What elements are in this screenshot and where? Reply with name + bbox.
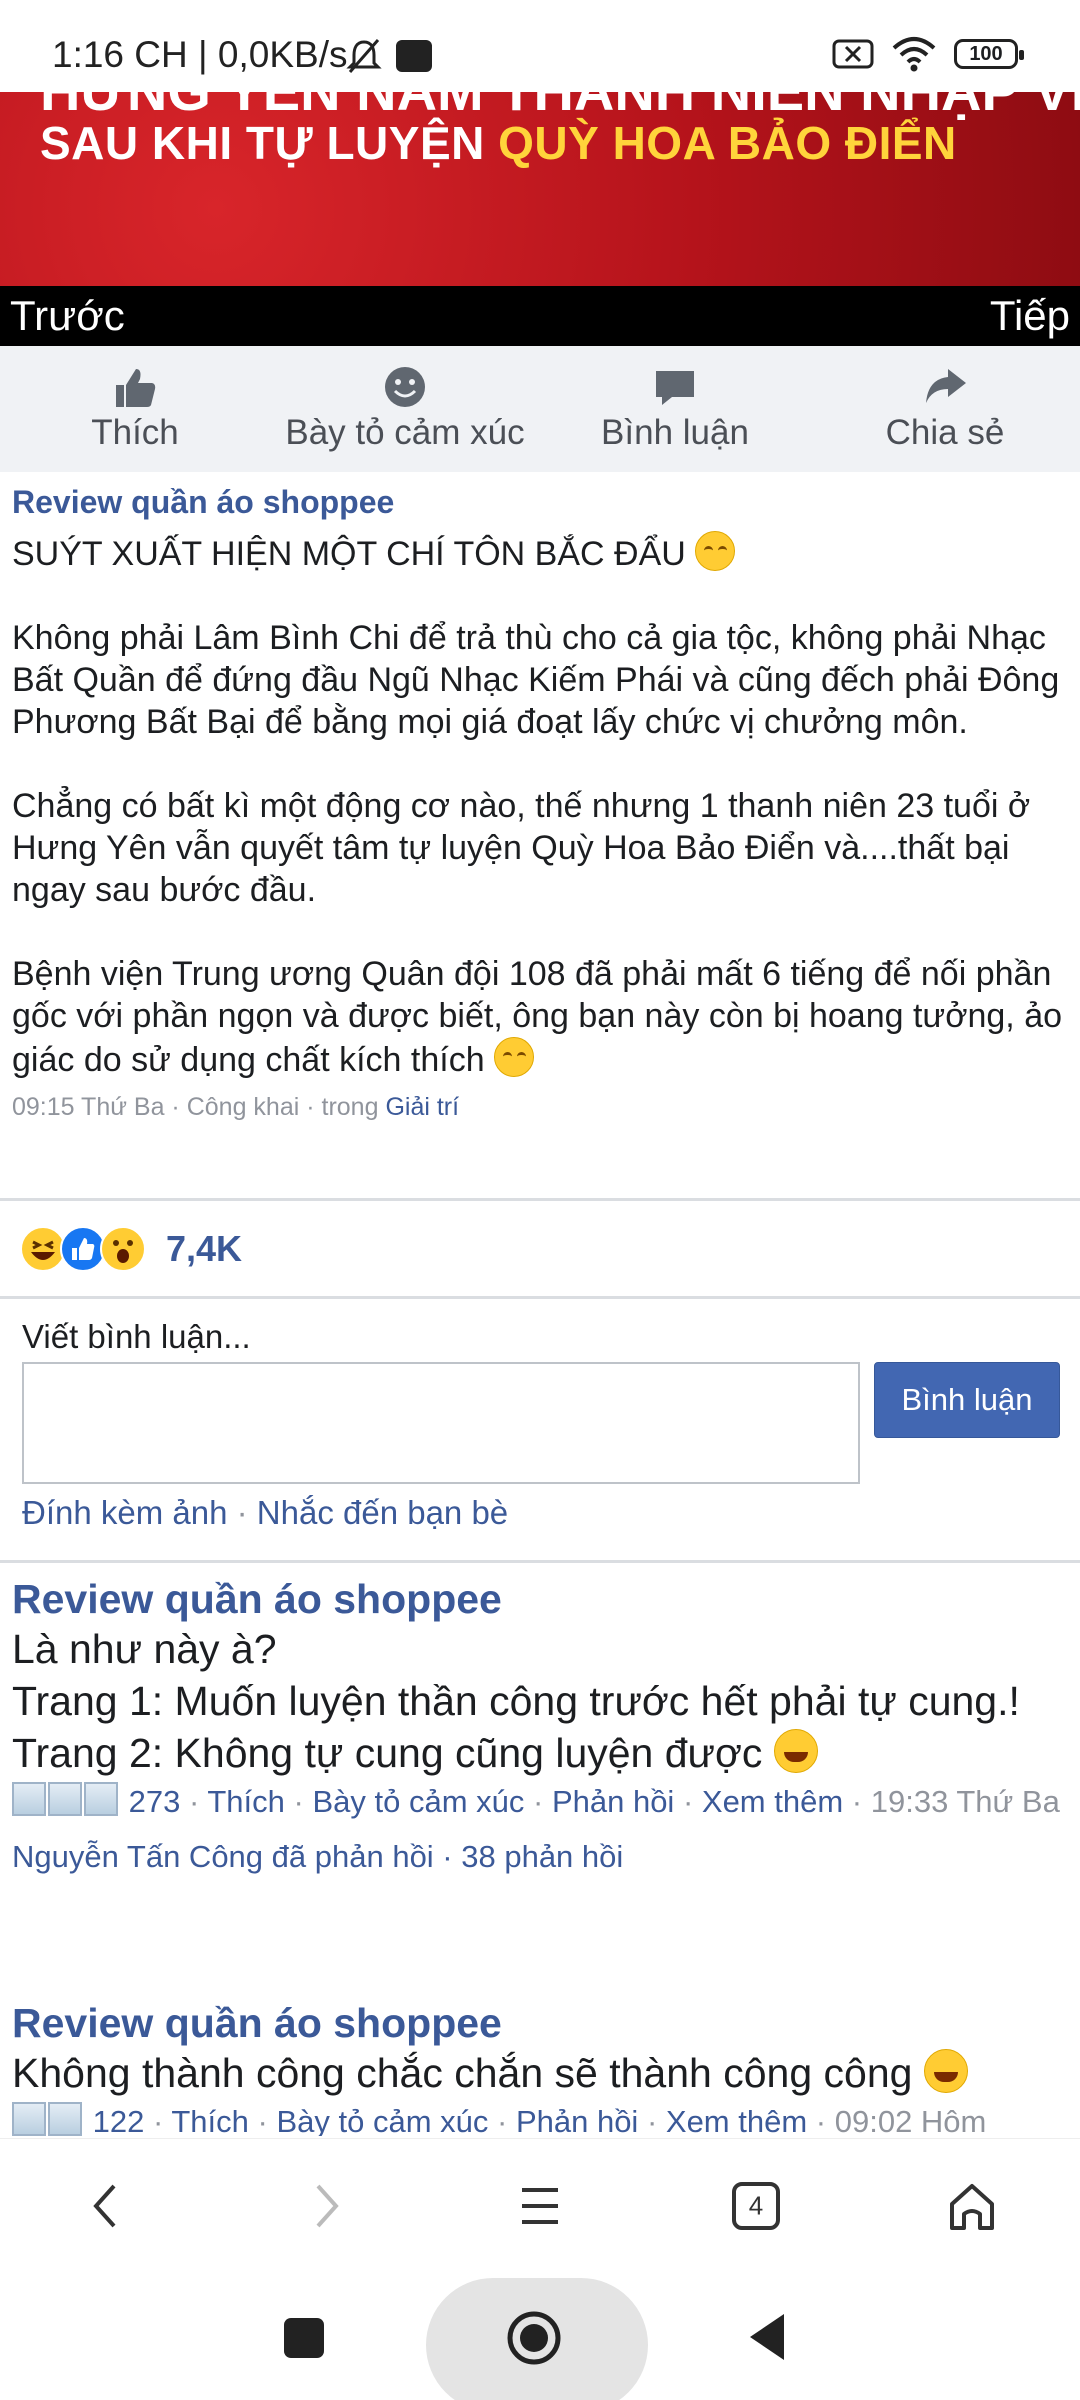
share-arrow-icon: [926, 369, 966, 403]
post-meta-text: 09:15 Thứ Ba · Công khai · trong: [12, 1093, 386, 1121]
comment-reply-link[interactable]: Phản hồi: [516, 2104, 638, 2136]
reaction-thumbnails-icon: [12, 2102, 84, 2136]
battery-level: 100: [969, 42, 1003, 65]
comment-time: 09:02 Hôm: [834, 2104, 987, 2136]
comment-line: Không thành công chắc chắn sẽ thành công…: [12, 2047, 1072, 2099]
browser-menu-button[interactable]: [432, 2139, 648, 2272]
post-title-text: SUÝT XUẤT HIỆN MỘT CHÍ TÔN BẮC ĐẨU: [12, 535, 686, 573]
comment-button[interactable]: Bình luận: [540, 346, 810, 472]
share-button[interactable]: Chia sẻ: [810, 346, 1080, 472]
banner-headline: SAU KHI TỰ LUYỆN QUỲ HOA BẢO ĐIỂN: [40, 116, 957, 170]
sim-off-icon: [832, 39, 874, 69]
comment-line: Trang 2: Không tự cung cũng luyện được: [12, 1727, 1072, 1779]
divider: [0, 1560, 1080, 1563]
next-link[interactable]: Tiếp: [990, 292, 1070, 340]
browser-toolbar: 4: [0, 2138, 1080, 2272]
comment-reply-link[interactable]: Phản hồi: [552, 1784, 674, 1819]
forward-icon: [316, 2184, 339, 2227]
headline-white: SAU KHI TỰ LUYỆN: [40, 117, 499, 169]
comment-composer-label: Viết bình luận...: [22, 1318, 251, 1355]
home-icon: [950, 2183, 994, 2230]
wow-icon: [100, 1226, 146, 1272]
comment-actions: 273 · Thích · Bày tỏ cảm xúc · Phản hồi …: [12, 1779, 1072, 1829]
post-title: SUÝT XUẤT HIỆN MỘT CHÍ TÔN BẮC ĐẨU: [12, 531, 1072, 575]
tears-of-joy-emoji-icon: [923, 2049, 968, 2093]
divider: [0, 1296, 1080, 1299]
comment-more-link[interactable]: Xem thêm: [702, 1784, 843, 1819]
status-bar: 1:16 CH | 0,0KB/s 100: [0, 0, 1080, 92]
browser-back-button[interactable]: [0, 2139, 216, 2272]
comment-time: 19:33 Thứ Ba: [870, 1784, 1060, 1819]
comment-author[interactable]: Review quần áo shoppee: [12, 1576, 1072, 1623]
category-link[interactable]: Giải trí: [385, 1093, 459, 1121]
comment-line-text: Trang 2: Không tự cung cũng luyện được: [12, 1730, 763, 1776]
menu-icon: [522, 2187, 558, 2224]
comment-author[interactable]: Review quần áo shoppee: [12, 2000, 1072, 2047]
post-paragraph-1: Không phải Lâm Bình Chi để trả thù cho c…: [12, 619, 1060, 741]
post-paragraph-3: Bệnh viện Trung ương Quân đội 108 đã phả…: [12, 953, 1072, 1081]
attach-photo-link[interactable]: Đính kèm ảnh: [22, 1494, 227, 1531]
post: Review quần áo shoppee SUÝT XUẤT HIỆN MỘ…: [12, 484, 1072, 1122]
comment-line: Trang 1: Muốn luyện thần công trước hết …: [12, 1678, 1020, 1724]
comment-input[interactable]: [22, 1362, 860, 1484]
comment-line: Là như này à?: [12, 1626, 277, 1672]
notification-square-icon: [396, 40, 432, 72]
comment-reaction-count[interactable]: 273: [129, 1784, 181, 1819]
like-label: Thích: [91, 413, 179, 452]
post-action-bar: Thích Bày tỏ cảm xúc Bình luận Chia sẻ: [0, 346, 1080, 472]
comment-like-link[interactable]: Thích: [171, 2104, 249, 2136]
article-banner[interactable]: HƯNG YÊN NAM THANH NIÊN NHẬP VIỆN SAU KH…: [0, 92, 1080, 286]
rolling-eyes-emoji-icon: [494, 1037, 535, 1077]
comment-react-link[interactable]: Bày tỏ cảm xúc: [312, 1784, 524, 1819]
post-paragraph-3-text: Bệnh viện Trung ương Quân đội 108 đã phả…: [12, 955, 1063, 1079]
divider: [0, 1198, 1080, 1201]
comment-more-link[interactable]: Xem thêm: [666, 2104, 807, 2136]
mute-bell-icon: [346, 39, 382, 73]
share-label: Chia sẻ: [885, 413, 1005, 452]
grinning-squint-emoji-icon: [773, 1729, 818, 1773]
reaction-count: 7,4K: [166, 1228, 243, 1269]
back-triangle-icon[interactable]: [748, 2312, 788, 2362]
recents-square-icon[interactable]: [284, 2318, 324, 2358]
comment-line-text: Không thành công chắc chắn sẽ thành công…: [12, 2050, 913, 2096]
comment-like-link[interactable]: Thích: [207, 1784, 285, 1819]
post-comment-button[interactable]: Bình luận: [874, 1362, 1060, 1438]
comment-actions: 122 · Thích · Bày tỏ cảm xúc · Phản hồi …: [12, 2099, 1072, 2136]
view-replies-link[interactable]: Nguyễn Tấn Công đã phản hồi · 38 phản hồ…: [12, 1839, 1072, 1875]
like-button[interactable]: Thích: [0, 346, 270, 472]
post-meta: 09:15 Thứ Ba · Công khai · trong Giải tr…: [12, 1093, 1072, 1122]
headline-yellow: QUỲ HOA BẢO ĐIỂN: [498, 117, 957, 169]
thumbs-up-icon: [116, 369, 156, 407]
comment: Review quần áo shoppee Không thành công …: [12, 2000, 1072, 2136]
smiley-icon: [385, 367, 425, 407]
comment: Review quần áo shoppee Là như này à? Tra…: [12, 1576, 1072, 1875]
home-circle-icon[interactable]: [506, 2310, 562, 2366]
status-time: 1:16 CH | 0,0KB/s: [52, 34, 348, 75]
system-nav-bar: [0, 2272, 1080, 2400]
separator: ·: [227, 1494, 257, 1531]
react-button[interactable]: Bày tỏ cảm xúc: [270, 346, 540, 472]
browser-tabs-button[interactable]: 4: [648, 2139, 864, 2272]
battery-icon: 100: [954, 39, 1024, 69]
react-label: Bày tỏ cảm xúc: [285, 413, 525, 452]
tabs-count: 4: [748, 2190, 764, 2220]
speech-bubble-icon: [656, 371, 694, 405]
mention-friends-link[interactable]: Nhắc đến bạn bè: [257, 1494, 508, 1531]
prev-link[interactable]: Trước: [10, 292, 125, 340]
browser-home-button[interactable]: [864, 2139, 1080, 2272]
comment-reaction-count[interactable]: 122: [93, 2104, 145, 2136]
composer-links: Đính kèm ảnh · Nhắc đến bạn bè: [22, 1494, 508, 1532]
comment-label: Bình luận: [601, 413, 749, 452]
comment-composer: Viết bình luận... Bình luận Đính kèm ảnh…: [22, 1318, 1062, 1531]
photo-nav-strip: Trước Tiếp: [0, 286, 1080, 346]
reaction-summary[interactable]: 7,4K: [20, 1222, 242, 1276]
post-paragraph-2: Chẳng có bất kì một động cơ nào, thế như…: [12, 787, 1031, 909]
back-icon: [93, 2184, 116, 2227]
wifi-icon: [892, 37, 936, 72]
comment-react-link[interactable]: Bày tỏ cảm xúc: [276, 2104, 488, 2136]
post-author[interactable]: Review quần áo shoppee: [12, 484, 1072, 521]
rolling-eyes-emoji-icon: [695, 531, 736, 571]
reaction-thumbnails-icon: [12, 1782, 120, 1829]
browser-forward-button[interactable]: [216, 2139, 432, 2272]
